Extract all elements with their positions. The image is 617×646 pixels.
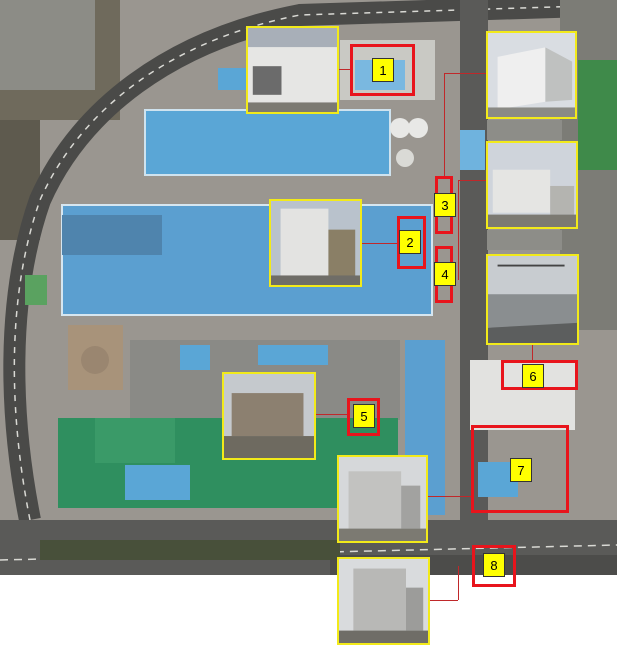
marker-4[interactable]: 4 — [434, 262, 456, 286]
marker-2[interactable]: 2 — [399, 230, 421, 254]
site-map: 1 2 3 4 5 6 7 8 — [0, 0, 617, 646]
site-photo-thumbnail[interactable] — [486, 141, 578, 229]
site-photo-thumbnail[interactable] — [486, 31, 577, 119]
marker-7[interactable]: 7 — [510, 458, 532, 482]
site-photo-thumbnail[interactable] — [337, 557, 430, 645]
marker-1[interactable]: 1 — [372, 58, 394, 82]
marker-6[interactable]: 6 — [522, 364, 544, 388]
site-photo-thumbnail[interactable] — [486, 254, 579, 345]
site-photo-thumbnail[interactable] — [222, 372, 316, 460]
site-photo-thumbnail[interactable] — [337, 455, 428, 543]
site-photo-thumbnail[interactable] — [246, 26, 339, 114]
marker-3[interactable]: 3 — [434, 193, 456, 217]
marker-8[interactable]: 8 — [483, 553, 505, 577]
marker-5[interactable]: 5 — [353, 404, 375, 428]
site-photo-thumbnail[interactable] — [269, 199, 362, 287]
